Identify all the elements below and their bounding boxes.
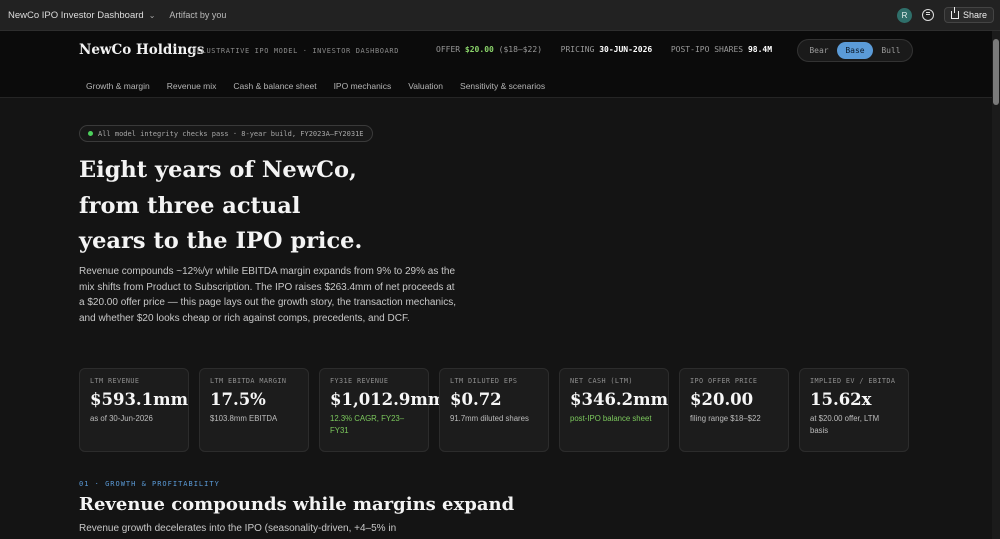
- kpi-card-ipo-offer-price: IPO OFFER PRICE $20.00 filing range $18–…: [679, 368, 789, 452]
- hero-lede: Revenue compounds ~12%/yr while EBITDA m…: [79, 266, 457, 324]
- nav-valuation[interactable]: Valuation: [408, 81, 443, 91]
- kpi-value: $346.2mm: [570, 390, 669, 409]
- kpi-card-fy31e-revenue: FY31E REVENUE $1,012.9mm 12.3% CAGR, FY2…: [319, 368, 446, 452]
- hero-headline-line: Eight years of NewCo,: [79, 157, 357, 183]
- chevron-down-icon[interactable]: ⌄: [149, 11, 156, 20]
- hero-headline-line: years to the IPO price.: [79, 228, 363, 254]
- avatar[interactable]: R: [896, 7, 912, 23]
- scenario-bull-button[interactable]: Bull: [873, 42, 909, 59]
- scrollbar-thumb[interactable]: [993, 39, 999, 105]
- artifact-owner-label: Artifact by you: [169, 10, 227, 20]
- nav-cash-balance-sheet[interactable]: Cash & balance sheet: [233, 81, 316, 91]
- kpi-label: IMPLIED EV / EBITDA: [810, 377, 896, 385]
- brand-name: NewCo Holdings: [79, 42, 205, 58]
- shares-label: POST-IPO SHARES: [670, 45, 744, 54]
- share-button[interactable]: Share: [943, 7, 994, 23]
- dashboard-header: NewCo Holdings ILLUSTRATIVE IPO MODEL · …: [0, 31, 992, 98]
- section-title: Revenue compounds while margins expand: [79, 494, 515, 515]
- pricing-value: 30-JUN-2026: [599, 45, 653, 54]
- integrity-status-text: All model integrity checks pass · 8-year…: [98, 129, 364, 138]
- kpi-card-ltm-diluted-eps: LTM DILUTED EPS $0.72 91.7mm diluted sha…: [439, 368, 549, 452]
- kpi-label: IPO OFFER PRICE: [690, 377, 758, 385]
- deal-stats: OFFER $20.00 ($18–$22) PRICING 30-JUN-20…: [436, 45, 772, 54]
- kpi-subtext: at $20.00 offer, LTM basis: [810, 414, 880, 435]
- kpi-card-ltm-revenue: LTM REVENUE $593.1mm as of 30-Jun-2026: [79, 368, 189, 452]
- section-nav: Growth & margin Revenue mix Cash & balan…: [86, 81, 545, 91]
- integrity-status-pill: All model integrity checks pass · 8-year…: [79, 125, 373, 142]
- offer-range: ($18–$22): [498, 45, 543, 54]
- nav-ipo-mechanics[interactable]: IPO mechanics: [334, 81, 392, 91]
- kpi-label: LTM DILUTED EPS: [450, 377, 518, 385]
- share-button-label: Share: [962, 10, 987, 20]
- nav-revenue-mix[interactable]: Revenue mix: [167, 81, 217, 91]
- kpi-subtext: filing range $18–$22: [690, 414, 761, 423]
- kpi-card-ltm-ebitda-margin: LTM EBITDA MARGIN 17.5% $103.8mm EBITDA: [199, 368, 309, 452]
- section-label: 01 · GROWTH & PROFITABILITY: [79, 480, 220, 488]
- kpi-value: $593.1mm: [90, 390, 189, 409]
- scrollbar[interactable]: [992, 31, 1000, 539]
- shares-value: 98.4M: [747, 45, 773, 54]
- section-body: Revenue growth decelerates into the IPO …: [79, 523, 397, 534]
- kpi-label: LTM EBITDA MARGIN: [210, 377, 287, 385]
- share-icon: [950, 7, 959, 19]
- pricing-label: PRICING: [560, 45, 595, 54]
- offer-label: OFFER: [436, 45, 461, 54]
- nav-growth-margin[interactable]: Growth & margin: [86, 81, 150, 91]
- kpi-card-net-cash: NET CASH (LTM) $346.2mm post-IPO balance…: [559, 368, 669, 452]
- kpi-subtext: 91.7mm diluted shares: [450, 414, 529, 423]
- nav-sensitivity-scenarios[interactable]: Sensitivity & scenarios: [460, 81, 545, 91]
- kpi-label: LTM REVENUE: [90, 377, 140, 385]
- scenario-bear-button[interactable]: Bear: [801, 42, 837, 59]
- dashboard: NewCo Holdings ILLUSTRATIVE IPO MODEL · …: [0, 31, 992, 539]
- kpi-card-implied-ev-ebitda: IMPLIED EV / EBITDA 15.62x at $20.00 off…: [799, 368, 909, 452]
- hero-headline-line: from three actual: [79, 192, 301, 219]
- status-dot-icon: [88, 131, 93, 136]
- kpi-value: $1,012.9mm: [330, 390, 446, 409]
- kpi-value: $0.72: [450, 390, 502, 409]
- kpi-cards: LTM REVENUE $593.1mm as of 30-Jun-2026 L…: [79, 368, 909, 452]
- scenario-toggle: Bear Base Bull: [797, 39, 913, 62]
- artifact-title[interactable]: NewCo IPO Investor Dashboard: [8, 10, 144, 21]
- chat-icon[interactable]: [921, 9, 934, 21]
- kpi-value: 17.5%: [210, 390, 266, 409]
- scenario-base-button[interactable]: Base: [837, 42, 873, 59]
- offer-value: $20.00: [464, 45, 494, 54]
- kpi-subtext: $103.8mm EBITDA: [210, 414, 278, 423]
- kpi-subtext: 12.3% CAGR, FY23–FY31: [330, 414, 405, 435]
- brand-tagline: ILLUSTRATIVE IPO MODEL · INVESTOR DASHBO…: [192, 47, 400, 55]
- kpi-subtext: post-IPO balance sheet: [570, 414, 652, 423]
- kpi-value: 15.62x: [810, 390, 872, 409]
- kpi-subtext: as of 30-Jun-2026: [90, 414, 153, 423]
- app-bar: NewCo IPO Investor Dashboard ⌄ Artifact …: [0, 0, 1000, 31]
- kpi-label: FY31E REVENUE: [330, 377, 389, 385]
- hero-headline: Eight years of NewCo, from three actual …: [79, 153, 409, 260]
- kpi-value: $20.00: [690, 390, 754, 409]
- kpi-label: NET CASH (LTM): [570, 377, 633, 385]
